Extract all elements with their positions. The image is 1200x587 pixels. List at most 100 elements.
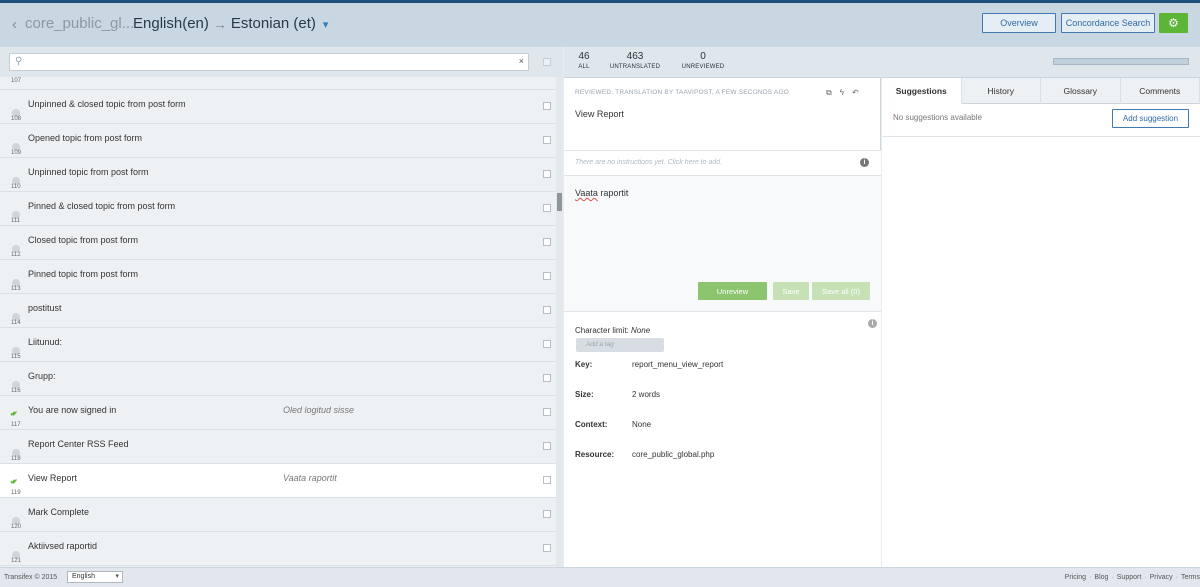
search-input[interactable]	[30, 56, 510, 68]
row-checkbox[interactable]	[543, 170, 551, 178]
list-item[interactable]: 120 Mark Complete	[0, 498, 556, 532]
row-checkbox[interactable]	[543, 442, 551, 450]
row-number: 115	[11, 354, 21, 360]
row-checkbox[interactable]	[543, 136, 551, 144]
row-checkbox[interactable]	[543, 272, 551, 280]
tab-suggestions[interactable]: Suggestions	[882, 78, 962, 104]
list-item[interactable]: 114 postitust	[0, 294, 556, 328]
side-panel: Suggestions History Glossary Comments No…	[882, 78, 1200, 567]
row-checkbox[interactable]	[543, 204, 551, 212]
row-checkbox[interactable]	[543, 238, 551, 246]
row-number: 116	[11, 388, 21, 394]
context-value: None	[632, 420, 652, 429]
list-item[interactable]: 111 Pinned & closed topic from post form	[0, 192, 556, 226]
untranslated-count: 463	[626, 51, 644, 62]
row-checkbox[interactable]	[543, 476, 551, 484]
settings-button[interactable]: ⚙	[1159, 13, 1188, 33]
project-name[interactable]: core_public_gl...	[25, 15, 134, 32]
header: ‹ core_public_gl... English(en) → Estoni…	[0, 3, 1200, 47]
add-tag-input[interactable]: Add a tag	[576, 338, 664, 352]
list-item[interactable]: 118 Report Center RSS Feed	[0, 430, 556, 464]
tab-glossary[interactable]: Glossary	[1041, 78, 1121, 104]
language-select[interactable]: English ▾	[67, 571, 123, 583]
unreviewed-count: 0	[700, 51, 706, 62]
copyright: Transifex © 2015	[4, 574, 58, 581]
instructions-placeholder[interactable]: There are no instructions yet. Click her…	[575, 159, 722, 166]
row-checkbox[interactable]	[543, 306, 551, 314]
row-checkbox[interactable]	[543, 510, 551, 518]
scrollbar-thumb[interactable]	[557, 193, 562, 211]
info-icon[interactable]: i	[860, 158, 869, 167]
info-icon[interactable]: i	[868, 319, 877, 328]
list-item[interactable]: 115 Liitunud:	[0, 328, 556, 362]
source-text: Closed topic from post form	[28, 235, 139, 245]
source-text: View Report	[28, 473, 77, 483]
list-item[interactable]: 112 Closed topic from post form	[0, 226, 556, 260]
search-bar: ⚲ ×	[0, 47, 563, 77]
concordance-search-button[interactable]: Concordance Search	[1061, 13, 1155, 33]
reviewed-check-icon: ✔✔	[10, 479, 17, 486]
list-item[interactable]: 121 Aktiivsed raportid	[0, 532, 556, 566]
instructions-bar[interactable]: There are no instructions yet. Click her…	[564, 150, 881, 176]
row-number: 111	[11, 218, 21, 224]
undo-icon[interactable]: ↶	[852, 88, 859, 98]
list-item[interactable]: 113 Pinned topic from post form	[0, 260, 556, 294]
row-checkbox[interactable]	[543, 408, 551, 416]
filter-untranslated[interactable]: 463 UNTRANSLATED	[607, 51, 663, 70]
save-all-button[interactable]: Save all (0)	[812, 282, 870, 300]
row-checkbox[interactable]	[543, 374, 551, 382]
translation-text[interactable]: Vaata raportit	[575, 188, 628, 198]
editor-pane: REVIEWED. TRANSLATION BY TAAVIPOST, A FE…	[564, 78, 881, 567]
list-item[interactable]: ✔✔ 117 You are now signed in Oled logitud s…	[0, 396, 556, 430]
search-box[interactable]: ⚲ ×	[9, 53, 529, 71]
select-all-checkbox[interactable]	[543, 58, 551, 66]
row-checkbox[interactable]	[543, 340, 551, 348]
footer-link-support[interactable]: Support	[1117, 574, 1142, 581]
footer-link-blog[interactable]: Blog	[1094, 574, 1108, 581]
translation-editor[interactable]: Vaata raportit Unreview Save Save all (0…	[564, 176, 881, 312]
resource-value: core_public_global.php	[632, 450, 715, 459]
chevron-left-icon[interactable]: ‹	[12, 16, 17, 33]
list-item[interactable]: 116 Grupp:	[0, 362, 556, 396]
save-button[interactable]: Save	[773, 282, 809, 300]
list-item[interactable]: 108 Unpinned & closed topic from post for…	[0, 90, 556, 124]
row-checkbox[interactable]	[543, 544, 551, 552]
source-text: Grupp:	[28, 371, 56, 381]
tab-comments[interactable]: Comments	[1121, 78, 1200, 104]
key-value: report_menu_view_report	[632, 360, 724, 369]
row-number: 113	[11, 286, 21, 292]
row-number: 119	[11, 490, 21, 496]
source-text: Liitunud:	[28, 337, 63, 347]
list-item-partial[interactable]: 107	[0, 77, 556, 90]
string-list-pane: ⚲ × 107 108 Unpinned & closed topic from …	[0, 47, 563, 567]
source-text: Unpinned topic from post form	[28, 167, 149, 177]
progress-bar	[1053, 58, 1189, 65]
filter-all[interactable]: 46 ALL	[572, 51, 596, 80]
footer-link-terms[interactable]: Terms	[1181, 574, 1200, 581]
row-number: 117	[11, 422, 21, 428]
overview-button[interactable]: Overview	[982, 13, 1056, 33]
unreview-button[interactable]: Unreview	[698, 282, 767, 300]
reviewed-note: REVIEWED. TRANSLATION BY TAAVIPOST, A FE…	[575, 89, 789, 96]
row-number: 120	[11, 524, 22, 530]
chevron-down-icon[interactable]: ▾	[323, 18, 329, 31]
row-checkbox[interactable]	[543, 102, 551, 110]
filter-unreviewed[interactable]: 0 UNREVIEWED	[679, 51, 727, 70]
side-panel-tabs: Suggestions History Glossary Comments	[882, 78, 1200, 104]
language-pair[interactable]: English(en) → Estonian (et) ▾	[133, 15, 328, 32]
lightning-icon[interactable]: ϟ	[840, 88, 844, 98]
list-scrollbar[interactable]	[556, 77, 563, 567]
character-limit: Character limit: None	[575, 326, 650, 335]
list-item[interactable]: 110 Unpinned topic from post form	[0, 158, 556, 192]
list-item[interactable]: 109 Opened topic from post form	[0, 124, 556, 158]
add-suggestion-button[interactable]: Add suggestion	[1112, 109, 1189, 128]
clear-search-icon[interactable]: ×	[519, 56, 524, 66]
footer-link-privacy[interactable]: Privacy	[1150, 574, 1173, 581]
tab-history[interactable]: History	[962, 78, 1041, 104]
source-text: postitust	[28, 303, 62, 313]
list-item[interactable]: ✔✔ 119 View Report Vaata raportit	[0, 464, 556, 498]
footer-link-pricing[interactable]: Pricing	[1065, 574, 1086, 581]
footer-links: Pricing · Blog · Support · Privacy · Ter…	[1064, 574, 1200, 581]
copy-source-icon[interactable]: ⧉	[826, 88, 832, 98]
character-limit-value: None	[631, 326, 651, 335]
